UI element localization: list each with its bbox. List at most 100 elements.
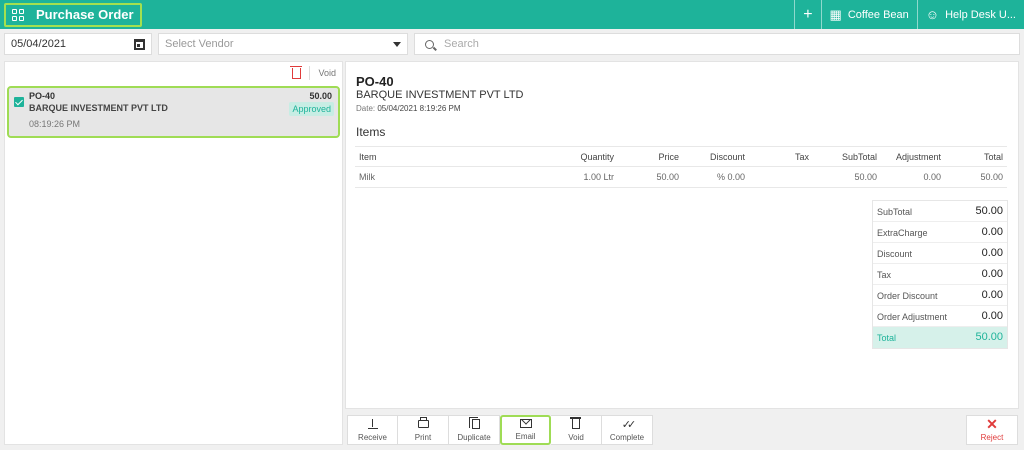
totals-row-extracharge: ExtraCharge 0.00 (873, 222, 1007, 243)
store-selector[interactable]: ▦ Coffee Bean (820, 0, 917, 29)
order-time: 08:19:26 PM (29, 119, 81, 129)
table-header: Item Quantity Price Discount Tax SubTota… (355, 146, 1007, 167)
cell-discount: % 0.00 (716, 172, 745, 182)
detail-po-id: PO-40 (356, 74, 394, 89)
totals-label: Total (877, 333, 897, 343)
detail-date: Date: 05/04/2021 8:19:26 PM (356, 104, 461, 113)
printer-icon (417, 417, 429, 428)
totals-label: Discount (877, 249, 913, 259)
col-price: Price (658, 151, 679, 162)
list-item[interactable]: PO-40 BARQUE INVESTMENT PVT LTD 08:19:26… (7, 86, 340, 138)
user-icon: ☺ (925, 7, 940, 22)
col-total: Total (983, 151, 1003, 162)
app-title[interactable]: Purchase Order (4, 2, 142, 27)
topbar-right: + ▦ Coffee Bean ☺ Help Desk U... (794, 0, 1024, 29)
void-label: Void (568, 433, 584, 442)
items-heading: Items (356, 125, 386, 139)
col-adjustment: Adjustment (895, 151, 941, 162)
divider (309, 66, 311, 80)
col-discount: Discount (709, 151, 745, 162)
receive-label: Receive (358, 433, 387, 442)
trash-icon (570, 417, 581, 429)
order-vendor: BARQUE INVESTMENT PVT LTD (29, 103, 168, 113)
col-subtotal: SubTotal (841, 151, 877, 162)
totals-row-subtotal: SubTotal 50.00 (873, 201, 1007, 222)
date-picker[interactable]: 05/04/2021 (4, 33, 152, 55)
reject-label: Reject (980, 433, 1004, 442)
calendar-icon[interactable] (134, 38, 145, 50)
table-row[interactable]: Milk 1.00 Ltr 50.00 % 0.00 50.00 0.00 50… (355, 167, 1007, 188)
date-value: 05/04/2021 (11, 38, 67, 50)
totals-value: 0.00 (981, 289, 1003, 301)
totals-label: Tax (877, 270, 892, 280)
search-icon (425, 39, 434, 49)
totals-row-order-adjustment: Order Adjustment 0.00 (873, 306, 1007, 327)
totals-value: 0.00 (981, 268, 1003, 280)
action-bar: Receive Print Duplicate Email Void ✓✓ Co… (347, 415, 653, 445)
complete-button[interactable]: ✓✓ Complete (602, 415, 653, 445)
user-name: Help Desk U... (945, 8, 1016, 21)
void-label: Void (318, 68, 336, 78)
date-label: Date: (356, 104, 376, 113)
double-check-icon: ✓✓ (621, 418, 637, 431)
status-badge: Approved (289, 102, 334, 116)
close-icon: ✕ (986, 416, 998, 432)
trash-icon (290, 65, 303, 79)
totals-row-tax: Tax 0.00 (873, 264, 1007, 285)
col-tax: Tax (794, 151, 809, 162)
reject-button[interactable]: ✕ Reject (966, 415, 1018, 445)
search-input[interactable]: Search (414, 33, 1020, 55)
order-detail-panel: PO-40 BARQUE INVESTMENT PVT LTD Date: 05… (345, 61, 1019, 409)
totals-value: 0.00 (981, 310, 1003, 322)
col-quantity: Quantity (580, 151, 614, 162)
plus-icon: + (803, 5, 813, 23)
top-bar: Purchase Order + ▦ Coffee Bean ☺ Help De… (0, 0, 1024, 29)
order-amount: 50.00 (309, 91, 332, 101)
col-item: Item (359, 151, 377, 162)
cell-adjustment: 0.00 (923, 172, 941, 182)
chevron-down-icon (393, 41, 401, 47)
cell-subtotal: 50.00 (854, 172, 877, 182)
totals-row-order-discount: Order Discount 0.00 (873, 285, 1007, 306)
date-value: 05/04/2021 8:19:26 PM (377, 104, 461, 113)
cell-item: Milk (359, 172, 375, 182)
grid-icon (12, 8, 24, 21)
totals-label: Order Discount (877, 291, 938, 301)
download-icon (367, 419, 378, 429)
duplicate-label: Duplicate (457, 433, 491, 442)
void-button[interactable]: Void (551, 415, 602, 445)
store-name: Coffee Bean (847, 8, 909, 21)
order-list-panel: Void PO-40 BARQUE INVESTMENT PVT LTD 08:… (4, 61, 343, 445)
totals-row-total: Total 50.00 (873, 327, 1007, 348)
complete-label: Complete (609, 433, 645, 442)
items-table: Item Quantity Price Discount Tax SubTota… (355, 146, 1007, 188)
vendor-select[interactable]: Select Vendor (158, 33, 408, 55)
totals-value: 50.00 (975, 331, 1003, 343)
totals-label: ExtraCharge (877, 228, 928, 238)
add-button[interactable]: + (794, 0, 820, 29)
totals-value: 50.00 (975, 205, 1003, 217)
checkbox[interactable] (14, 97, 24, 107)
user-menu[interactable]: ☺ Help Desk U... (916, 0, 1024, 29)
totals-row-discount: Discount 0.00 (873, 243, 1007, 264)
store-icon: ▦ (829, 6, 842, 22)
cell-price: 50.00 (656, 172, 679, 182)
vendor-placeholder: Select Vendor (165, 38, 234, 50)
envelope-icon (519, 419, 532, 428)
cell-quantity: 1.00 Ltr (583, 172, 614, 182)
email-button[interactable]: Email (500, 415, 551, 445)
search-placeholder: Search (444, 38, 479, 50)
totals-label: SubTotal (877, 207, 913, 217)
totals-label: Order Adjustment (877, 312, 948, 322)
email-label: Email (515, 432, 536, 441)
print-button[interactable]: Print (398, 415, 449, 445)
duplicate-button[interactable]: Duplicate (449, 415, 500, 445)
void-list-button[interactable]: Void (290, 65, 336, 80)
receive-button[interactable]: Receive (347, 415, 398, 445)
cell-total: 50.00 (980, 172, 1003, 182)
filter-row: 05/04/2021 Select Vendor Search (4, 33, 1020, 55)
print-label: Print (414, 433, 432, 442)
detail-vendor: BARQUE INVESTMENT PVT LTD (356, 89, 524, 101)
totals-value: 0.00 (981, 226, 1003, 238)
copy-icon (468, 417, 480, 429)
